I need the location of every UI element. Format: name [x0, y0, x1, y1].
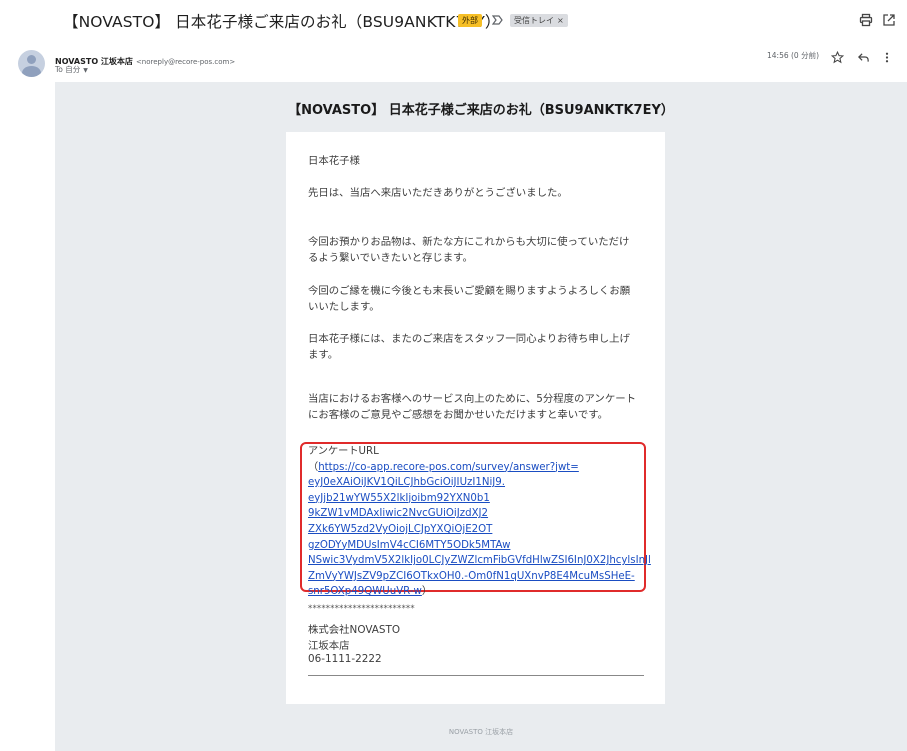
survey-link-line: gzODYyMDUsImV4cCI6MTY5ODk5MTAw [308, 539, 511, 551]
label-inbox[interactable]: 受信トレイ × [510, 14, 568, 27]
importance-marker-icon[interactable] [492, 14, 504, 26]
email-footer: NOVASTO 江坂本店 [448, 728, 514, 736]
label-external[interactable]: 外部 [458, 14, 482, 27]
greeting-text: 日本花子様 [308, 155, 360, 167]
survey-link-line: eyJjb21wYW55X2lkIjoibm92YXN0b1 [308, 492, 490, 504]
signature-phone[interactable]: 06-1111-2222 [308, 653, 382, 665]
email-card: 日本花子様 先日は、当店へ来店いただきありがとうございました。 今回お預かりお品… [286, 132, 665, 704]
chevron-down-icon[interactable]: ▼ [83, 67, 88, 74]
avatar-body [22, 66, 41, 77]
signature-company: 株式会社NOVASTO [308, 624, 401, 636]
survey-link-line: eyJ0eXAiOiJKV1QiLCJhbGciOiJIUzI1NiJ9. [308, 477, 506, 489]
email-subject: 【NOVASTO】 日本花子様ご来店のお礼（BSU9ANKTK7EY） [63, 13, 501, 31]
sender-email: <noreply@recore-pos.com> [135, 58, 236, 66]
survey-link-line: snr5OXp49QWUuVR-w [308, 586, 422, 598]
avatar-head [27, 55, 36, 64]
message-timestamp: 14:56 (0 分前) [767, 51, 820, 60]
signature-branch: 江坂本店 [308, 640, 350, 652]
label-remove-icon[interactable]: × [557, 16, 564, 25]
survey-text: 当店におけるお客様へのサービス向上のために、5分程度のアンケートにお客様のご意見… [308, 393, 636, 421]
reply-icon[interactable] [857, 51, 870, 64]
recipient-label: To 自分 [55, 65, 81, 74]
await-text: 日本花子様には、またのご来店をスタッフ一同心よりお待ち申し上げます。 [308, 333, 630, 361]
sender-avatar-icon[interactable] [18, 50, 45, 77]
relation-text: 今回のご縁を機に今後とも末長いご愛顧を賜りますようよろしくお願いいたします。 [308, 285, 631, 313]
survey-link-line: ZXk6YW5zd2VyOiojLCJpYXQiOjE2OT [308, 523, 493, 535]
survey-link[interactable]: https://co-app.recore-pos.com/survey/ans… [308, 461, 651, 598]
email-body-canvas: 【NOVASTO】 日本花子様ご来店のお礼（BSU9ANKTK7EY） 日本花子… [55, 82, 907, 751]
item-care-text: 今回お預かりお品物は、新たな方にこれからも大切に使っていただけるよう繋いでいきた… [308, 236, 630, 264]
email-heading: 【NOVASTO】 日本花子様ご来店のお礼（BSU9ANKTK7EY） [288, 103, 674, 118]
survey-url-suffix: ） [421, 586, 433, 598]
survey-link-line: https://co-app.recore-pos.com/survey/ans… [318, 461, 579, 473]
survey-link-line: NSwic3VydmV5X2lkIjo0LCJyZWZlcmFibGVfdHlw… [308, 555, 651, 567]
open-in-new-window-icon[interactable] [882, 13, 896, 27]
label-inbox-text: 受信トレイ [514, 16, 554, 25]
more-vert-icon[interactable] [884, 51, 890, 64]
print-icon[interactable] [859, 13, 873, 27]
survey-url-block: アンケートURL（https://co-app.recore-pos.com/s… [308, 444, 651, 600]
survey-link-line: ZmVyYWJsZV9pZCI6OTkxOH0.-Om0fN1qUXnvP8E4… [308, 570, 635, 582]
signature-rule [308, 675, 644, 676]
star-icon[interactable] [831, 51, 844, 64]
survey-link-line: 9kZW1vMDAxIiwic2NvcGUiOiJzdXJ2 [308, 508, 489, 520]
subject-row: 【NOVASTO】 日本花子様ご来店のお礼（BSU9ANKTK7EY） 外部 受… [0, 0, 907, 42]
signature-divider: ************************ [308, 604, 415, 614]
thanks-text: 先日は、当店へ来店いただきありがとうございました。 [308, 187, 568, 199]
recipient-details[interactable]: To 自分 ▼ [55, 64, 88, 75]
